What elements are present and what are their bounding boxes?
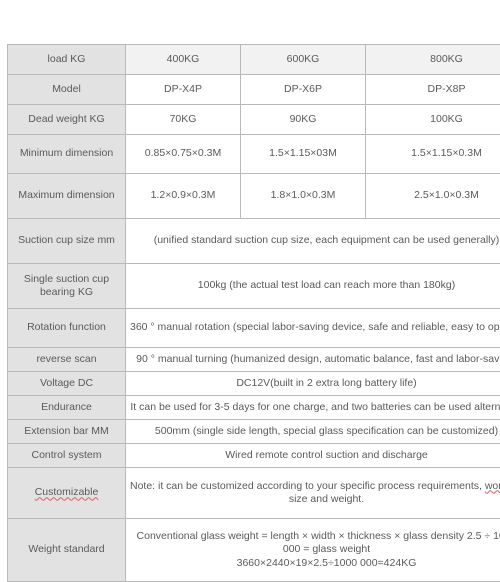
table-row: Maximum dimension 1.2×0.9×0.3M 1.8×1.0×0… xyxy=(8,174,500,219)
table-row: Rotation function 360 ° manual rotation … xyxy=(8,309,500,348)
cell-max-dim-800: 2.5×1.0×0.3M xyxy=(366,174,500,219)
table-row: Suction cup size mm (unified standard su… xyxy=(8,219,500,264)
cell-dead-weight-400: 70KG xyxy=(126,105,241,135)
row-label-weight-standard: Weight standard xyxy=(8,519,126,582)
table-row: Endurance It can be used for 3-5 days fo… xyxy=(8,396,500,420)
table-row: Minimum dimension 0.85×0.75×0.3M 1.5×1.1… xyxy=(8,135,500,174)
table-row: Dead weight KG 70KG 90KG 100KG xyxy=(8,105,500,135)
row-label-rotation-function: Rotation function xyxy=(8,309,126,348)
cell-reverse-scan: 90 ° manual turning (humanized design, a… xyxy=(126,348,500,372)
row-label-extension-bar: Extension bar MM xyxy=(8,420,126,444)
cell-model-800: DP-X8P xyxy=(366,75,500,105)
cell-voltage-dc: DC12V(built in 2 extra long battery life… xyxy=(126,372,500,396)
table-row: Voltage DC DC12V(built in 2 extra long b… xyxy=(8,372,500,396)
row-label-maximum-dimension: Maximum dimension xyxy=(8,174,126,219)
cell-load-600: 600KG xyxy=(241,45,366,75)
cell-model-400: DP-X4P xyxy=(126,75,241,105)
specification-table-container: load KG 400KG 600KG 800KG Model DP-X4P D… xyxy=(7,44,500,582)
cell-weight-standard: Conventional glass weight = length × wid… xyxy=(126,519,500,582)
row-label-single-suction-cup-bearing: Single suction cup bearing KG xyxy=(8,264,126,309)
row-label-suction-cup-size: Suction cup size mm xyxy=(8,219,126,264)
cell-control-system: Wired remote control suction and dischar… xyxy=(126,444,500,468)
cell-load-800: 800KG xyxy=(366,45,500,75)
table-row: Extension bar MM 500mm (single side leng… xyxy=(8,420,500,444)
weight-standard-line-1: Conventional glass weight = length × wid… xyxy=(130,530,500,543)
cell-model-600: DP-X6P xyxy=(241,75,366,105)
row-label-model: Model xyxy=(8,75,126,105)
cell-single-suction-cup-bearing: 100kg (the actual test load can reach mo… xyxy=(126,264,500,309)
customizable-label-text: Customizable xyxy=(35,486,99,498)
cell-max-dim-600: 1.8×1.0×0.3M xyxy=(241,174,366,219)
cell-max-dim-400: 1.2×0.9×0.3M xyxy=(126,174,241,219)
table-row: reverse scan 90 ° manual turning (humani… xyxy=(8,348,500,372)
row-label-voltage-dc: Voltage DC xyxy=(8,372,126,396)
customizable-line-1: Note: it can be customized according to … xyxy=(130,480,500,493)
cell-dead-weight-800: 100KG xyxy=(366,105,500,135)
row-label-minimum-dimension: Minimum dimension xyxy=(8,135,126,174)
row-label-control-system: Control system xyxy=(8,444,126,468)
cell-endurance: It can be used for 3-5 days for one char… xyxy=(126,396,500,420)
weight-standard-line-2: 000 = glass weight xyxy=(130,543,500,556)
table-row: Weight standard Conventional glass weigh… xyxy=(8,519,500,582)
row-label-reverse-scan: reverse scan xyxy=(8,348,126,372)
table-row: Single suction cup bearing KG 100kg (the… xyxy=(8,264,500,309)
customizable-line-1-text: Note: it can be customized according to … xyxy=(130,480,500,492)
cell-load-400: 400KG xyxy=(126,45,241,75)
row-label-customizable: Customizable xyxy=(8,468,126,519)
cell-min-dim-400: 0.85×0.75×0.3M xyxy=(126,135,241,174)
weight-standard-line-3: 3660×2440×19×2.5÷1000 000=424KG xyxy=(130,557,500,570)
row-label-endurance: Endurance xyxy=(8,396,126,420)
cell-suction-cup-size: (unified standard suction cup size, each… xyxy=(126,219,500,264)
table-row: load KG 400KG 600KG 800KG xyxy=(8,45,500,75)
cell-extension-bar: 500mm (single side length, special glass… xyxy=(126,420,500,444)
row-label-dead-weight: Dead weight KG xyxy=(8,105,126,135)
table-row: Model DP-X4P DP-X6P DP-X8P xyxy=(8,75,500,105)
cell-min-dim-800: 1.5×1.15×0.3M xyxy=(366,135,500,174)
table-row: Customizable Note: it can be customized … xyxy=(8,468,500,519)
specification-table: load KG 400KG 600KG 800KG Model DP-X4P D… xyxy=(7,44,500,582)
table-row: Control system Wired remote control suct… xyxy=(8,444,500,468)
cell-min-dim-600: 1.5×1.15×03M xyxy=(241,135,366,174)
cell-rotation-function: 360 ° manual rotation (special labor-sav… xyxy=(126,309,500,348)
row-label-load-kg: load KG xyxy=(8,45,126,75)
cell-dead-weight-600: 90KG xyxy=(241,105,366,135)
cell-customizable: Note: it can be customized according to … xyxy=(126,468,500,519)
